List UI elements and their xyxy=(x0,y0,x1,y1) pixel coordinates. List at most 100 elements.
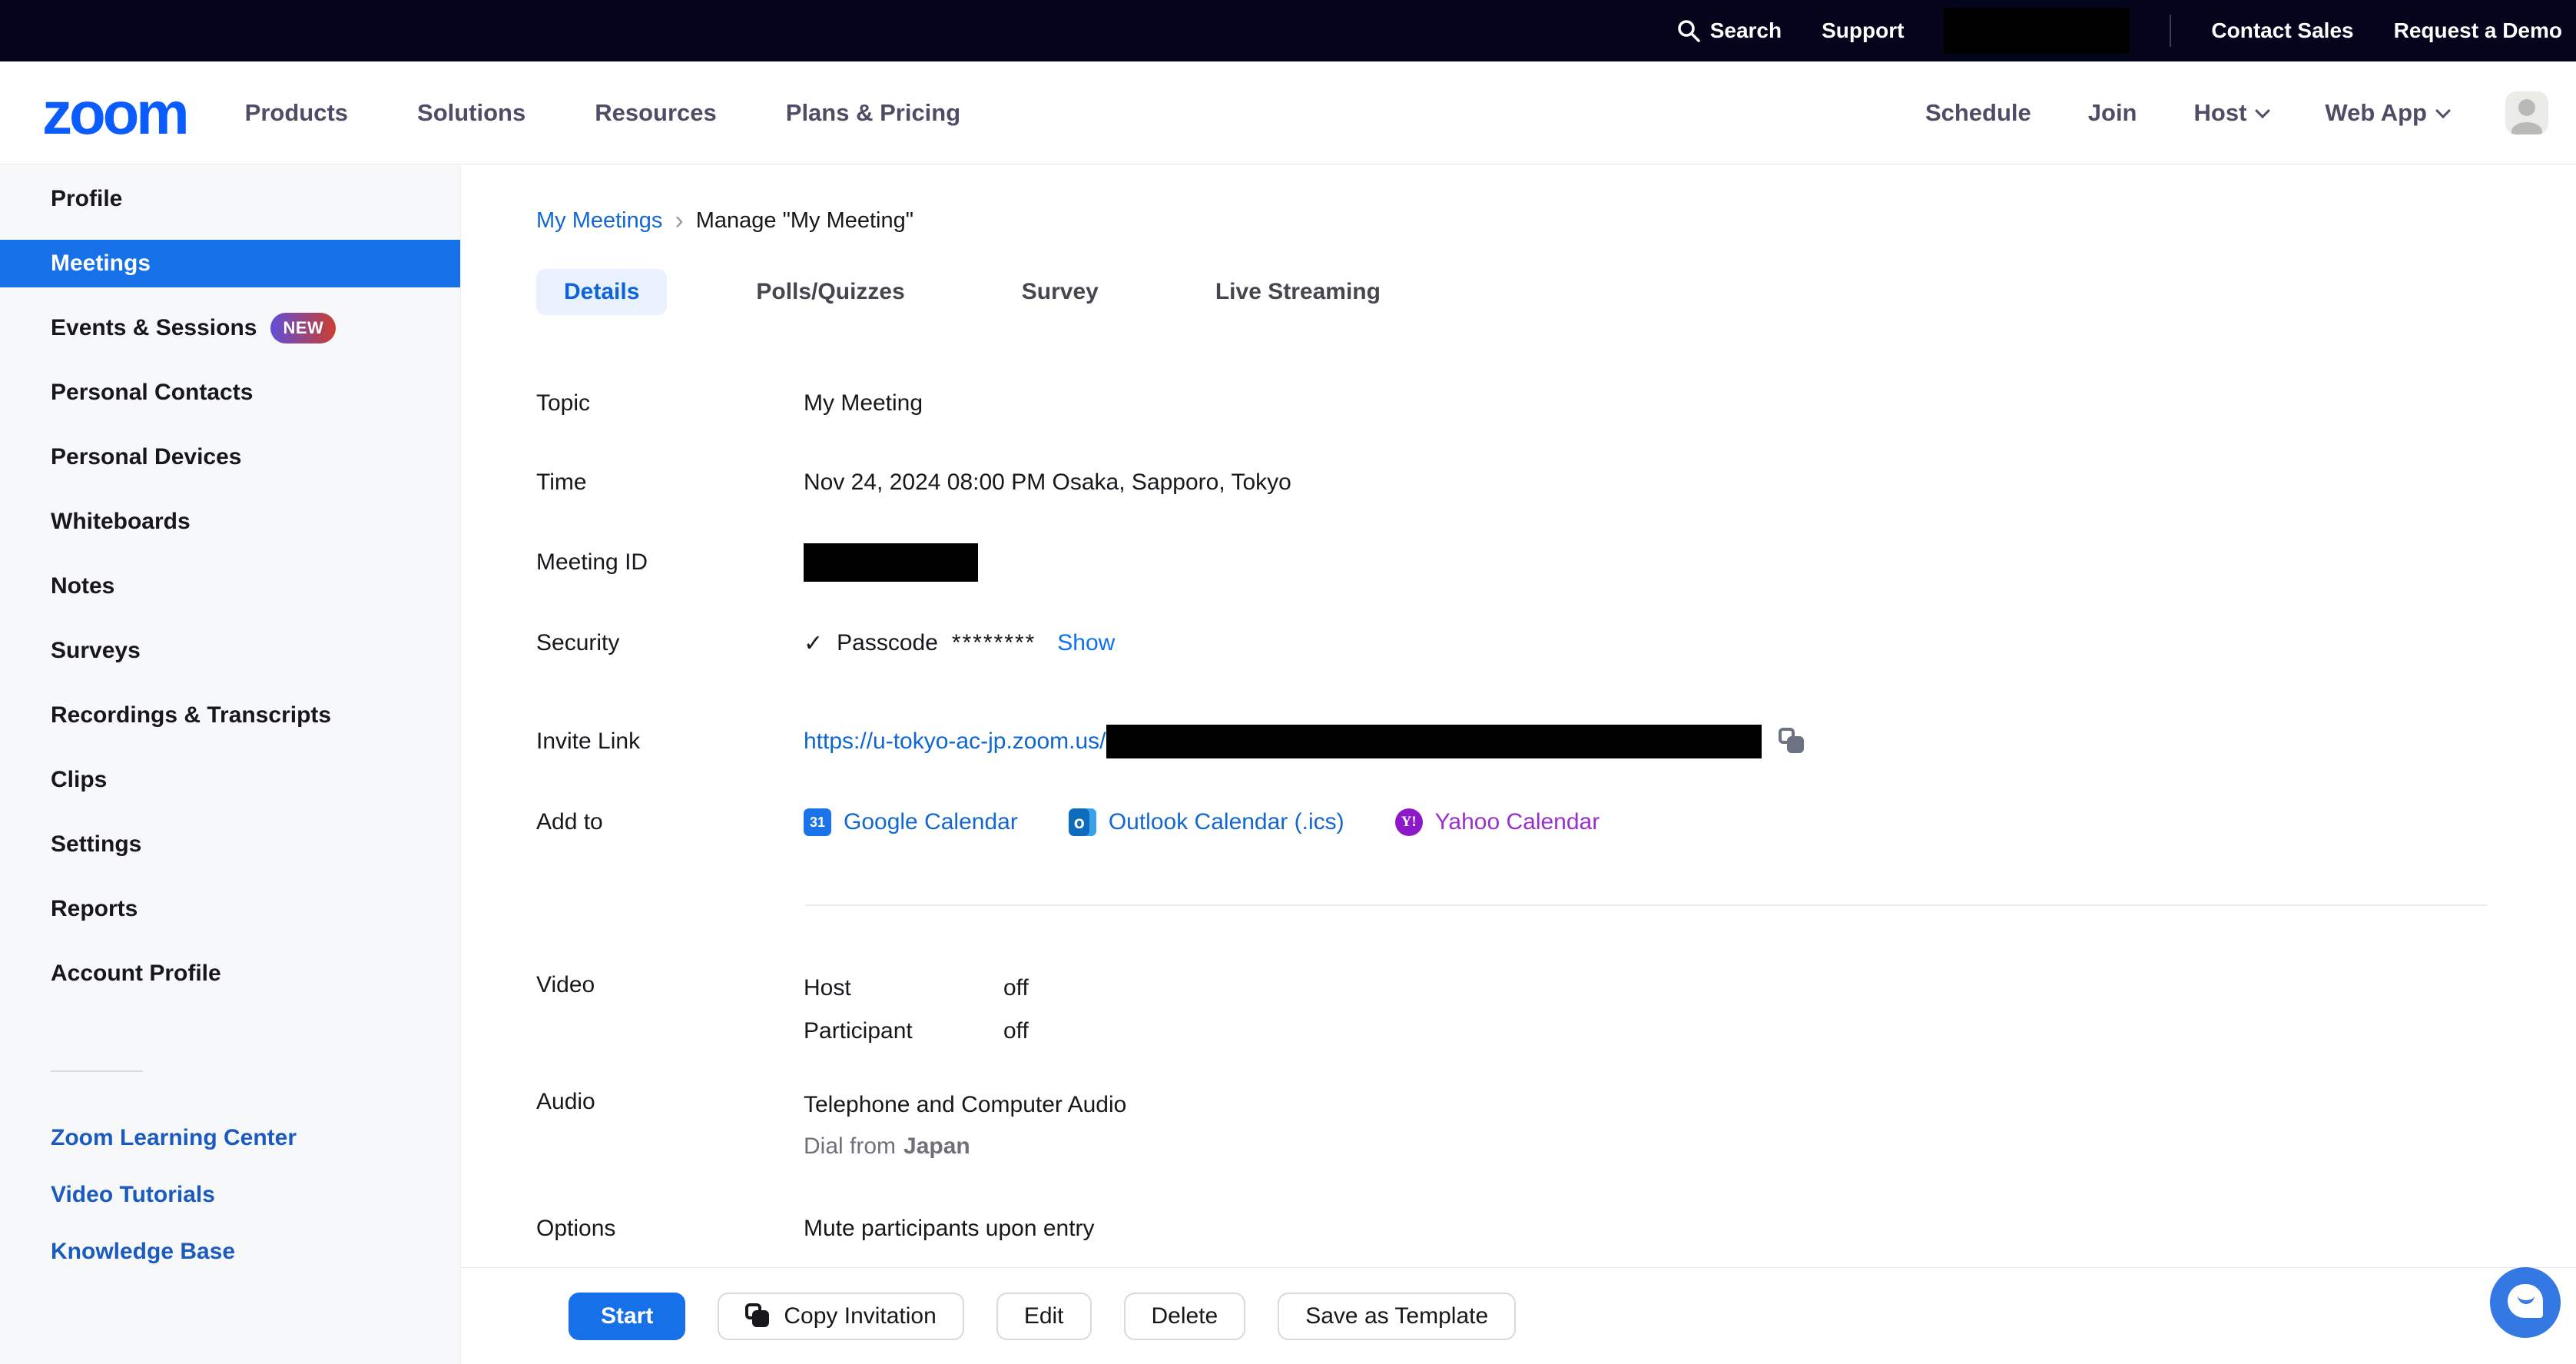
sidebar-item-meetings[interactable]: Meetings xyxy=(0,240,460,287)
passcode-label: Passcode xyxy=(837,630,938,656)
video-participant-row: Participant off xyxy=(804,1015,1029,1047)
yahoo-calendar-icon: Y! xyxy=(1395,808,1423,836)
delete-button[interactable]: Delete xyxy=(1124,1293,1246,1340)
action-bar: Start Copy Invitation Edit Delete Save a… xyxy=(461,1267,2576,1364)
breadcrumb-current: Manage "My Meeting" xyxy=(696,208,913,234)
support-link[interactable]: Support xyxy=(1822,18,1904,43)
dial-from-line: Dial from Japan xyxy=(804,1130,1126,1163)
video-host-row: Host off xyxy=(804,972,1029,1004)
navbar-actions: Schedule Join Host Web App xyxy=(1925,91,2548,134)
sidebar-item-personal-contacts[interactable]: Personal Contacts xyxy=(0,369,460,417)
chevron-down-icon xyxy=(2255,103,2270,118)
sidebar-item-profile[interactable]: Profile xyxy=(0,175,460,223)
breadcrumb: My Meetings › Manage "My Meeting" xyxy=(536,207,2576,234)
sidebar-item-whiteboards[interactable]: Whiteboards xyxy=(0,498,460,546)
add-to-row: Add to 31 Google Calendar o Outlook Cale… xyxy=(536,805,2576,839)
search-button[interactable]: Search xyxy=(1676,18,1782,43)
topic-row: Topic My Meeting xyxy=(536,388,2576,419)
video-label: Video xyxy=(536,972,804,1047)
sidebar-item-account-profile[interactable]: Account Profile xyxy=(0,950,460,997)
tab-polls-quizzes[interactable]: Polls/Quizzes xyxy=(728,269,932,315)
main-navbar: zoom Products Solutions Resources Plans … xyxy=(0,61,2576,164)
outlook-calendar-link[interactable]: o Outlook Calendar (.ics) xyxy=(1069,808,1344,836)
copy-icon xyxy=(745,1303,771,1329)
video-participant-value: off xyxy=(1003,1018,1029,1044)
section-divider xyxy=(805,904,2488,906)
invite-url-link[interactable]: https://u-tokyo-ac-jp.zoom.us/ xyxy=(804,728,1106,755)
check-icon: ✓ xyxy=(804,630,823,657)
show-passcode-link[interactable]: Show xyxy=(1057,630,1115,656)
copy-invitation-button[interactable]: Copy Invitation xyxy=(718,1293,963,1340)
nav-plans-pricing[interactable]: Plans & Pricing xyxy=(786,99,960,127)
zoom-logo[interactable]: zoom xyxy=(42,83,187,143)
options-value: Mute participants upon entry xyxy=(804,1216,1095,1242)
new-badge: NEW xyxy=(270,313,336,343)
redacted-invite-url xyxy=(1106,725,1762,758)
content-area: My Meetings › Manage "My Meeting" Detail… xyxy=(461,164,2576,1364)
sidebar-link-learning-center[interactable]: Zoom Learning Center xyxy=(0,1123,460,1153)
redacted-meeting-id xyxy=(804,543,978,582)
nav-solutions[interactable]: Solutions xyxy=(417,99,525,127)
options-label: Options xyxy=(536,1216,804,1242)
sidebar-divider xyxy=(51,1070,143,1072)
tab-bar: Details Polls/Quizzes Survey Live Stream… xyxy=(536,269,2576,315)
copy-invite-link-icon[interactable] xyxy=(1779,728,1806,755)
contact-sales-link[interactable]: Contact Sales xyxy=(2211,18,2353,43)
primary-nav: Products Solutions Resources Plans & Pri… xyxy=(245,99,961,127)
sidebar-item-recordings-transcripts[interactable]: Recordings & Transcripts xyxy=(0,692,460,739)
chevron-down-icon xyxy=(2435,103,2451,118)
schedule-link[interactable]: Schedule xyxy=(1925,99,2031,127)
nav-products[interactable]: Products xyxy=(245,99,348,127)
join-link[interactable]: Join xyxy=(2088,99,2137,127)
meeting-id-label: Meeting ID xyxy=(536,549,804,576)
sidebar-item-events-sessions[interactable]: Events & Sessions NEW xyxy=(0,304,460,352)
host-menu[interactable]: Host xyxy=(2194,99,2269,127)
sidebar: Profile Meetings Events & Sessions NEW P… xyxy=(0,164,461,1364)
sidebar-item-reports[interactable]: Reports xyxy=(0,885,460,933)
sidebar-item-settings[interactable]: Settings xyxy=(0,821,460,868)
search-icon xyxy=(1676,18,1701,43)
time-row: Time Nov 24, 2024 08:00 PM Osaka, Sappor… xyxy=(536,467,2576,498)
video-row: Video Host off Participant off xyxy=(536,972,2576,1047)
sidebar-item-personal-devices[interactable]: Personal Devices xyxy=(0,433,460,481)
invite-link-label: Invite Link xyxy=(536,728,804,755)
web-app-menu[interactable]: Web App xyxy=(2325,99,2448,127)
save-as-template-button[interactable]: Save as Template xyxy=(1278,1293,1516,1340)
sidebar-link-knowledge-base[interactable]: Knowledge Base xyxy=(0,1236,460,1267)
passcode-mask: ******** xyxy=(952,630,1036,656)
topic-label: Topic xyxy=(536,390,804,417)
chat-support-button[interactable] xyxy=(2490,1267,2561,1338)
sidebar-link-video-tutorials[interactable]: Video Tutorials xyxy=(0,1180,460,1210)
tab-details[interactable]: Details xyxy=(536,269,667,315)
security-label: Security xyxy=(536,630,804,656)
breadcrumb-my-meetings[interactable]: My Meetings xyxy=(536,208,662,234)
redacted-account-text xyxy=(1944,8,2130,54)
breadcrumb-separator-icon: › xyxy=(675,207,683,234)
top-utility-bar: Search Support Contact Sales Request a D… xyxy=(0,0,2576,61)
sidebar-item-clips[interactable]: Clips xyxy=(0,756,460,804)
nav-resources[interactable]: Resources xyxy=(595,99,717,127)
avatar-person-icon xyxy=(2518,99,2535,116)
security-row: Security ✓ Passcode ******** Show xyxy=(536,626,2576,660)
user-avatar[interactable] xyxy=(2505,91,2548,134)
request-demo-link[interactable]: Request a Demo xyxy=(2394,18,2562,43)
outlook-calendar-icon: o xyxy=(1069,808,1096,836)
video-host-value: off xyxy=(1003,975,1029,1001)
topbar-divider xyxy=(2170,15,2171,47)
yahoo-calendar-link[interactable]: Y! Yahoo Calendar xyxy=(1395,808,1600,836)
tab-survey[interactable]: Survey xyxy=(994,269,1126,315)
sidebar-item-surveys[interactable]: Surveys xyxy=(0,627,460,675)
edit-button[interactable]: Edit xyxy=(996,1293,1092,1340)
topic-value: My Meeting xyxy=(804,390,923,417)
options-row: Options Mute participants upon entry xyxy=(536,1213,2576,1245)
search-label: Search xyxy=(1710,18,1782,43)
google-calendar-link[interactable]: 31 Google Calendar xyxy=(804,808,1018,836)
time-value: Nov 24, 2024 08:00 PM Osaka, Sapporo, To… xyxy=(804,470,1291,496)
meeting-id-row: Meeting ID xyxy=(536,543,2576,582)
audio-label: Audio xyxy=(536,1089,804,1163)
sidebar-item-notes[interactable]: Notes xyxy=(0,563,460,610)
google-calendar-icon: 31 xyxy=(804,808,831,836)
dial-from-country: Japan xyxy=(903,1133,970,1160)
tab-live-streaming[interactable]: Live Streaming xyxy=(1188,269,1408,315)
start-button[interactable]: Start xyxy=(569,1293,685,1340)
